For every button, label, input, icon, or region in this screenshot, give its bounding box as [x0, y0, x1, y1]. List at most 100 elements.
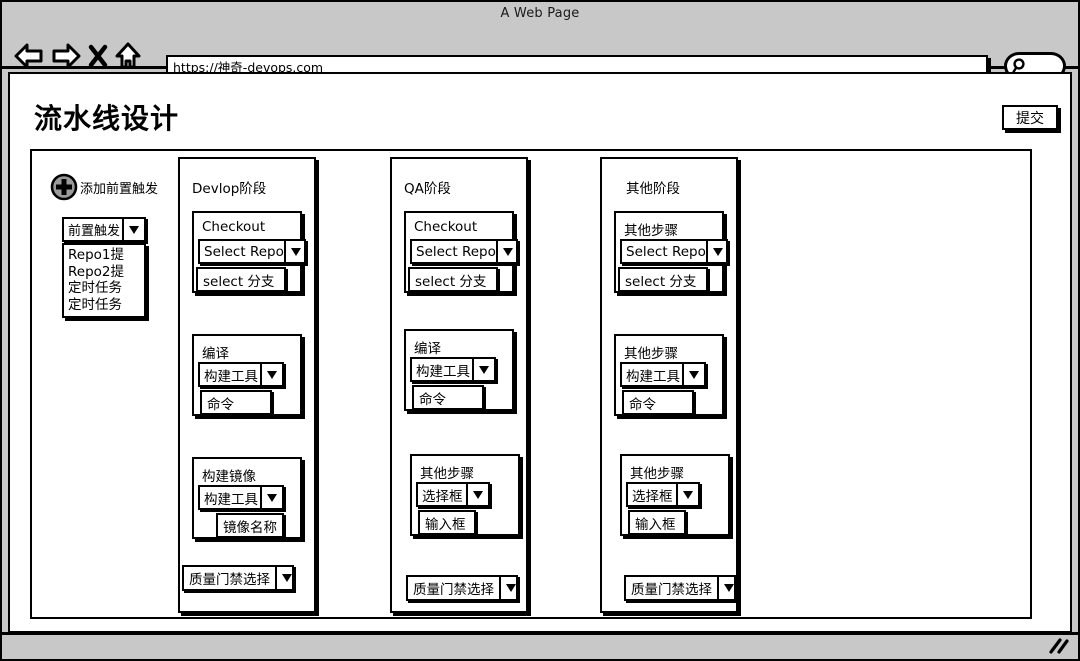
- step-card: Checkout Select Repo select 分支: [404, 211, 518, 293]
- step-input-value: 输入框: [425, 516, 466, 533]
- chevron-down-icon[interactable]: [466, 484, 488, 505]
- stage-column-qa: QA阶段 Checkout Select Repo select 分支 编译 构…: [390, 157, 528, 613]
- chevron-down-icon[interactable]: [260, 364, 282, 385]
- pre-trigger-option-list[interactable]: Repo1提 Repo2提 定时任务 定时任务: [62, 243, 146, 318]
- step-card: 构建镜像 构建工具 镜像名称: [192, 457, 302, 539]
- browser-statusbar: [2, 632, 1078, 659]
- step-select[interactable]: 构建工具: [198, 362, 284, 387]
- step-card: Checkout Select Repo select 分支: [192, 211, 306, 293]
- step-input-value: 镜像名称: [223, 519, 277, 536]
- navigation-buttons: [14, 42, 141, 70]
- step-select-value: 构建工具: [416, 363, 470, 380]
- close-icon[interactable]: [88, 43, 108, 69]
- step-select[interactable]: 构建工具: [198, 485, 284, 510]
- list-item[interactable]: Repo1提: [68, 247, 144, 264]
- chevron-down-icon[interactable]: [495, 241, 518, 262]
- step-card-title: Checkout: [414, 219, 478, 235]
- add-pre-trigger-label: 添加前置触发: [80, 181, 159, 197]
- chevron-down-icon[interactable]: [472, 359, 494, 380]
- stage-title: 其他阶段: [626, 181, 680, 197]
- plus-circle-icon: [50, 173, 78, 201]
- list-item[interactable]: 定时任务: [68, 297, 144, 314]
- step-select[interactable]: Select Repo: [620, 239, 728, 264]
- step-select[interactable]: Select Repo: [198, 239, 306, 264]
- step-input[interactable]: 输入框: [418, 510, 476, 535]
- step-card-title: 其他步骤: [630, 466, 684, 482]
- stage-title: QA阶段: [404, 181, 451, 197]
- forward-arrow-icon[interactable]: [51, 43, 81, 69]
- step-select-value: Select Repo: [204, 243, 284, 260]
- step-card-title: 构建镜像: [202, 469, 256, 485]
- list-item[interactable]: Repo2提: [68, 264, 144, 281]
- step-input[interactable]: 输入框: [628, 510, 686, 535]
- step-input[interactable]: 命令: [412, 385, 484, 410]
- chevron-down-icon[interactable]: [283, 241, 306, 262]
- pipeline-canvas: 添加前置触发 前置触发 Repo1提 Repo2提 定时任务 定时任务 Devl…: [30, 149, 1032, 619]
- step-card-title: 编译: [414, 341, 441, 357]
- chevron-down-icon[interactable]: [122, 219, 144, 240]
- chevron-down-icon[interactable]: [705, 241, 728, 262]
- step-select[interactable]: Select Repo: [410, 239, 518, 264]
- step-card-title: 其他步骤: [624, 346, 678, 362]
- step-select[interactable]: 选择框: [416, 482, 490, 507]
- pre-trigger-select[interactable]: 前置触发: [62, 217, 146, 242]
- step-card: 其他步骤 Select Repo select 分支: [614, 211, 728, 293]
- step-input-value: 命令: [419, 391, 446, 408]
- step-input-value: select 分支: [203, 273, 275, 290]
- step-input-value: 命令: [207, 396, 234, 413]
- list-item[interactable]: 定时任务: [68, 280, 144, 297]
- step-card: 其他步骤 构建工具 命令: [614, 334, 724, 416]
- add-pre-trigger-button[interactable]: 添加前置触发: [50, 173, 158, 201]
- window-titlebar: A Web Page: [2, 2, 1078, 24]
- step-select-value: 构建工具: [204, 491, 258, 508]
- step-select-value: Select Repo: [626, 243, 706, 260]
- step-input[interactable]: 命令: [622, 390, 694, 415]
- window-title: A Web Page: [500, 5, 580, 21]
- step-select[interactable]: 选择框: [626, 482, 700, 507]
- browser-window: A Web Page https://神奇-devops.com 流水线设计 提…: [0, 0, 1080, 661]
- step-input-value: 命令: [629, 396, 656, 413]
- resize-grip-icon[interactable]: [1047, 638, 1069, 654]
- chevron-down-icon[interactable]: [676, 484, 698, 505]
- step-card: 其他步骤 选择框 输入框: [410, 454, 520, 536]
- step-card-title: Checkout: [202, 219, 266, 235]
- step-select-value: 选择框: [422, 488, 463, 505]
- chevron-down-icon[interactable]: [275, 567, 297, 589]
- quality-gate-label: 质量门禁选择: [413, 582, 494, 598]
- step-input[interactable]: select 分支: [408, 267, 498, 292]
- quality-gate-label: 质量门禁选择: [189, 572, 270, 588]
- step-input-value: 输入框: [635, 516, 676, 533]
- back-arrow-icon[interactable]: [14, 43, 44, 69]
- stage-column-other: 其他阶段 其他步骤 Select Repo select 分支 其他步骤 构建工…: [600, 157, 738, 613]
- step-select-value: 构建工具: [626, 368, 680, 385]
- quality-gate-select[interactable]: 质量门禁选择: [182, 565, 294, 591]
- step-card-title: 其他步骤: [420, 466, 474, 482]
- step-select[interactable]: 构建工具: [410, 357, 496, 382]
- submit-button[interactable]: 提交: [1002, 105, 1058, 130]
- step-input[interactable]: 命令: [200, 390, 272, 415]
- stage-title: Devlop阶段: [192, 181, 267, 197]
- step-card: 编译 构建工具 命令: [192, 334, 302, 416]
- step-card: 编译 构建工具 命令: [404, 329, 514, 411]
- step-select[interactable]: 构建工具: [620, 362, 706, 387]
- chevron-down-icon[interactable]: [682, 364, 704, 385]
- step-input[interactable]: 镜像名称: [216, 513, 284, 538]
- chevron-down-icon[interactable]: [260, 487, 282, 508]
- step-card-title: 其他步骤: [624, 223, 678, 239]
- step-input[interactable]: select 分支: [618, 267, 708, 292]
- step-input-value: select 分支: [625, 273, 697, 290]
- quality-gate-select[interactable]: 质量门禁选择: [406, 575, 518, 601]
- quality-gate-select[interactable]: 质量门禁选择: [624, 575, 736, 601]
- stage-column-devlop: Devlop阶段 Checkout Select Repo select 分支 …: [178, 157, 316, 613]
- step-select-value: 构建工具: [204, 368, 258, 385]
- submit-button-label: 提交: [1016, 110, 1044, 127]
- step-input[interactable]: select 分支: [196, 267, 286, 292]
- page-content: 流水线设计 提交 添加前置触发 前置触发 Repo1提 Repo2提 定时任务 …: [8, 72, 1072, 633]
- step-card-title: 编译: [202, 346, 229, 362]
- browser-toolbar: https://神奇-devops.com: [2, 24, 1078, 80]
- step-card: 其他步骤 选择框 输入框: [620, 454, 730, 536]
- chevron-down-icon[interactable]: [717, 577, 739, 599]
- home-icon[interactable]: [115, 42, 141, 70]
- step-select-value: 选择框: [632, 488, 673, 505]
- chevron-down-icon[interactable]: [499, 577, 521, 599]
